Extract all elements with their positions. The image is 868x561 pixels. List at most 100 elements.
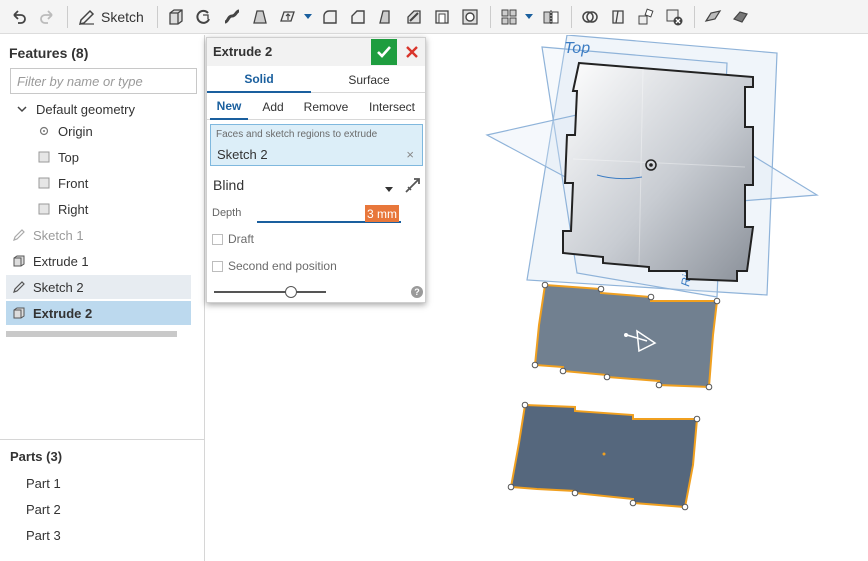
sweep-button[interactable]: [219, 4, 245, 30]
extrude-icon: [11, 253, 27, 269]
extrude-button[interactable]: [163, 4, 189, 30]
sheet-metal-more-button[interactable]: [728, 4, 754, 30]
sheet-metal-more-icon: [732, 10, 748, 23]
split-button[interactable]: [605, 4, 631, 30]
clear-selection-button[interactable]: ×: [406, 147, 414, 162]
tree-item-sketch-2[interactable]: Sketch 2: [11, 275, 84, 299]
pencil-icon: [78, 9, 95, 25]
thicken-icon: [279, 10, 295, 22]
pattern-button[interactable]: [496, 4, 522, 30]
feature-more-dropdown[interactable]: [303, 4, 313, 30]
part-1-face[interactable]: [562, 61, 755, 283]
depth-input[interactable]: 3 mm: [365, 205, 399, 222]
chevron-down-icon[interactable]: [14, 101, 30, 117]
tree-item-label: Top: [58, 149, 79, 165]
draft-option[interactable]: Draft: [212, 232, 254, 246]
opposite-direction-button[interactable]: [403, 175, 423, 195]
revolve-button[interactable]: [191, 4, 217, 30]
tree-item-default-geometry[interactable]: Default geometry: [14, 97, 135, 121]
accept-button[interactable]: [371, 39, 397, 65]
part-3-face[interactable]: [509, 403, 699, 509]
sketch-label: Sketch: [101, 8, 144, 25]
tree-item-label: Front: [58, 175, 89, 191]
parts-divider[interactable]: [0, 439, 205, 440]
undo-icon: [13, 9, 26, 24]
tab-new[interactable]: New: [210, 94, 248, 120]
pattern-dropdown[interactable]: [524, 4, 534, 30]
tab-remove[interactable]: Remove: [299, 94, 353, 120]
feature-list-scrollbar[interactable]: [6, 331, 177, 337]
caret-down-icon: [524, 13, 533, 19]
tab-intersect[interactable]: Intersect: [361, 94, 423, 120]
loft-button[interactable]: [247, 4, 273, 30]
part-item[interactable]: Part 1: [26, 476, 61, 491]
end-type-dropdown[interactable]: [385, 181, 393, 196]
thicken-button[interactable]: [275, 4, 301, 30]
operation-tabs: New Add Remove Intersect: [207, 94, 425, 120]
end-type-select[interactable]: Blind: [213, 177, 244, 193]
feature-filter-input[interactable]: [10, 68, 197, 94]
part-item[interactable]: Part 3: [26, 528, 61, 543]
tab-solid[interactable]: Solid: [207, 67, 311, 93]
cancel-button[interactable]: [403, 42, 421, 62]
loft-icon: [252, 9, 267, 24]
caret-down-icon: [385, 187, 393, 192]
pattern-icon: [501, 9, 517, 24]
mirror-button[interactable]: [538, 4, 564, 30]
draft-checkbox[interactable]: [212, 233, 223, 245]
hole-button[interactable]: [457, 4, 483, 30]
selection-hint: Faces and sketch regions to extrude: [216, 129, 378, 140]
sheet-metal-icon: [704, 9, 722, 22]
origin-icon: [36, 123, 52, 139]
part-item[interactable]: Part 2: [26, 502, 61, 517]
redo-button[interactable]: [34, 4, 60, 30]
tree-item-top[interactable]: Top: [36, 145, 79, 169]
rib-button[interactable]: [401, 4, 427, 30]
graphics-viewport[interactable]: Top Right: [427, 34, 868, 561]
tree-item-right[interactable]: Right: [36, 197, 88, 221]
rollback-slider-track[interactable]: [214, 291, 326, 293]
hole-icon: [462, 8, 478, 25]
depth-label: Depth: [212, 207, 242, 219]
split-icon: [612, 9, 624, 24]
transform-button[interactable]: [633, 4, 659, 30]
tab-add[interactable]: Add: [253, 94, 293, 120]
tree-item-extrude-2[interactable]: Extrude 2: [11, 301, 92, 325]
shell-button[interactable]: [429, 4, 455, 30]
chamfer-icon: [351, 9, 365, 24]
second-end-label: Second end position: [228, 259, 337, 273]
tree-item-extrude-1[interactable]: Extrude 1: [11, 249, 89, 273]
draft-button[interactable]: [373, 4, 399, 30]
rollback-slider-handle[interactable]: [285, 286, 297, 298]
tab-surface[interactable]: Surface: [317, 67, 421, 93]
chamfer-button[interactable]: [345, 4, 371, 30]
onshape-part-studio: Sketch Features (8) Default geom: [0, 0, 868, 561]
boolean-button[interactable]: [577, 4, 603, 30]
revolve-icon: [196, 9, 210, 24]
fillet-icon: [323, 9, 337, 24]
second-end-checkbox[interactable]: [212, 260, 223, 272]
toolbar-divider: [489, 5, 491, 28]
features-header: Features (8): [9, 45, 89, 61]
tree-item-sketch-1[interactable]: Sketch 1: [11, 223, 84, 247]
tree-item-label: Extrude 1: [33, 253, 89, 269]
second-end-option[interactable]: Second end position: [212, 259, 337, 273]
tree-item-origin[interactable]: Origin: [36, 119, 93, 143]
help-button[interactable]: ?: [411, 286, 423, 298]
model-canvas[interactable]: Top Right: [427, 34, 868, 561]
tree-item-label: Sketch 1: [33, 227, 84, 243]
fillet-button[interactable]: [317, 4, 343, 30]
delete-part-button[interactable]: [661, 4, 687, 30]
toolbar-divider: [67, 5, 68, 28]
sketch-icon: [11, 279, 27, 295]
boolean-icon: [582, 10, 598, 23]
top-plane-label: Top: [564, 40, 590, 57]
plane-icon: [36, 201, 52, 217]
sheet-metal-button[interactable]: [700, 4, 726, 30]
tree-item-front[interactable]: Front: [36, 171, 88, 195]
delete-part-icon: [666, 9, 683, 25]
sketch-button[interactable]: Sketch: [73, 4, 148, 30]
undo-button[interactable]: [6, 4, 32, 30]
selection-field[interactable]: Faces and sketch regions to extrude Sket…: [210, 124, 423, 166]
toolbar-divider: [156, 5, 158, 28]
